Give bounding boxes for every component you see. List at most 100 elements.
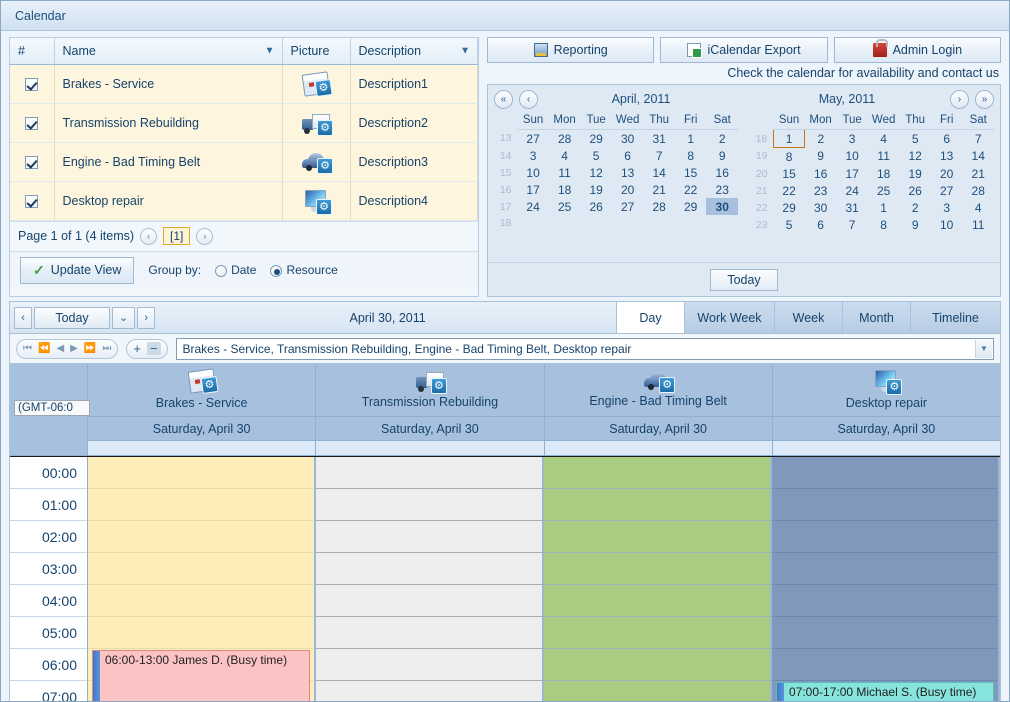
calendar-day-cell[interactable]: 18 xyxy=(868,165,900,182)
calendar-day-cell[interactable]: 30 xyxy=(805,199,837,216)
calendar-day-cell[interactable]: 24 xyxy=(517,198,549,215)
time-slot-cell[interactable] xyxy=(316,649,542,681)
row-checkbox-cell[interactable] xyxy=(10,142,55,182)
time-slot-cell[interactable] xyxy=(772,457,998,489)
time-slot-cell[interactable] xyxy=(316,489,542,521)
calendar-day-cell[interactable]: 31 xyxy=(836,199,868,216)
day-column-3[interactable]: 07:00-17:00 Michael S. (Busy time) xyxy=(772,457,1000,701)
time-slot-cell[interactable] xyxy=(544,521,770,553)
resource-column-header-1[interactable]: ⚙ Transmission Rebuilding Saturday, Apri… xyxy=(316,364,545,455)
calendar-day-cell[interactable]: 29 xyxy=(675,198,707,215)
row-checkbox-cell[interactable] xyxy=(10,181,55,221)
table-row[interactable]: Desktop repair ⚙ Description4 xyxy=(10,181,478,221)
calendar-day-cell[interactable]: 5 xyxy=(580,147,612,164)
zoom-out-button[interactable]: − xyxy=(146,342,161,355)
calendar-day-cell[interactable]: 2 xyxy=(706,130,738,148)
resource-column-header-3[interactable]: ⚙ Desktop repair Saturday, April 30 xyxy=(772,364,1000,455)
table-row[interactable]: Engine - Bad Timing Belt ⚙ Description3 xyxy=(10,142,478,182)
calendar-day-cell[interactable]: 20 xyxy=(612,181,644,198)
calendar-day-cell[interactable]: 22 xyxy=(773,182,805,199)
calendar-day-cell[interactable]: 21 xyxy=(962,165,994,182)
calendar-day-cell[interactable]: 6 xyxy=(805,216,837,233)
group-by-resource-radio[interactable]: Resource xyxy=(270,263,338,277)
calendar-day-cell[interactable]: 17 xyxy=(517,181,549,198)
calendar-day-cell[interactable]: 8 xyxy=(675,147,707,164)
calendar-day-cell[interactable]: 15 xyxy=(675,164,707,181)
calendar-day-cell[interactable]: 4 xyxy=(962,199,994,216)
calendar-day-cell[interactable]: 20 xyxy=(931,165,963,182)
all-day-area[interactable] xyxy=(88,441,316,455)
calendar-day-cell[interactable]: 11 xyxy=(868,148,900,166)
calendar-day-cell[interactable]: 10 xyxy=(931,216,963,233)
calendar-day-cell[interactable]: 28 xyxy=(962,182,994,199)
calendar-day-cell[interactable]: 14 xyxy=(962,148,994,166)
nav-prev-icon[interactable]: ◀ xyxy=(56,343,64,354)
grid-header-number[interactable]: # xyxy=(10,38,55,65)
calendar-day-cell[interactable]: 1 xyxy=(772,129,806,148)
time-slot-cell[interactable] xyxy=(544,649,770,681)
calendar-day-cell[interactable]: 1 xyxy=(868,199,900,216)
calendar-day-cell[interactable]: 26 xyxy=(899,182,931,199)
calendar-day-cell[interactable]: 5 xyxy=(899,130,931,148)
reporting-button[interactable]: Reporting xyxy=(487,37,655,63)
calendar-day-cell[interactable]: 3 xyxy=(931,199,963,216)
time-slot-cell[interactable] xyxy=(316,457,542,489)
time-slot-cell[interactable] xyxy=(544,617,770,649)
time-slot-cell[interactable] xyxy=(544,457,770,489)
calendar-next-button[interactable]: › xyxy=(950,89,969,109)
calendar-day-cell[interactable]: 27 xyxy=(612,198,644,215)
row-checkbox-cell[interactable] xyxy=(10,103,55,143)
calendar-day-cell[interactable]: 18 xyxy=(549,181,581,198)
row-checkbox[interactable] xyxy=(25,155,39,169)
time-slot-cell[interactable] xyxy=(316,617,542,649)
admin-login-button[interactable]: Admin Login xyxy=(833,37,1001,63)
pager-prev-button[interactable]: ‹ xyxy=(140,227,158,245)
time-slot-cell[interactable] xyxy=(316,553,542,585)
time-slot-cell[interactable] xyxy=(316,681,542,701)
calendar-day-cell[interactable]: 23 xyxy=(706,181,738,198)
calendar-day-cell[interactable]: 3 xyxy=(517,147,549,164)
calendar-day-cell[interactable]: 24 xyxy=(836,182,868,199)
time-slot-cell[interactable] xyxy=(772,553,998,585)
row-checkbox-cell[interactable] xyxy=(10,64,55,104)
calendar-day-cell[interactable]: 7 xyxy=(836,216,868,233)
grid-header-picture[interactable]: Picture xyxy=(282,38,351,65)
calendar-day-cell[interactable]: 17 xyxy=(836,165,868,182)
calendar-day-cell[interactable]: 13 xyxy=(931,148,963,166)
row-checkbox[interactable] xyxy=(25,194,39,208)
date-dropdown-button[interactable]: ⌄ xyxy=(112,306,136,329)
resource-column-header-0[interactable]: ⚙ Brakes - Service Saturday, April 30 xyxy=(88,364,317,455)
calendar-day-cell[interactable]: 14 xyxy=(643,164,675,181)
filter-icon[interactable]: ▼ xyxy=(460,45,470,56)
calendar-day-cell[interactable]: 10 xyxy=(836,148,868,166)
row-checkbox[interactable] xyxy=(25,77,39,91)
calendar-last-button[interactable]: » xyxy=(975,89,994,109)
calendar-day-cell[interactable]: 4 xyxy=(549,147,581,164)
calendar-day-cell[interactable]: 29 xyxy=(773,199,805,216)
all-day-area[interactable] xyxy=(544,441,772,455)
time-slot-cell[interactable] xyxy=(772,585,998,617)
filter-icon[interactable]: ▼ xyxy=(265,45,275,56)
chevron-down-icon[interactable]: ▼ xyxy=(975,339,992,358)
time-slot-cell[interactable] xyxy=(772,521,998,553)
resource-select-input[interactable]: Brakes - Service, Transmission Rebuildin… xyxy=(175,337,994,360)
time-slot-cell[interactable] xyxy=(88,521,314,553)
calendar-day-cell[interactable]: 5 xyxy=(773,216,805,233)
calendar-event[interactable]: 06:00-13:00 James D. (Busy time) xyxy=(92,650,310,701)
tab-work-week[interactable]: Work Week xyxy=(684,302,774,333)
calendar-first-button[interactable]: « xyxy=(494,89,513,109)
day-column-0[interactable]: 06:00-13:00 James D. (Busy time) xyxy=(88,457,316,701)
time-slot-cell[interactable] xyxy=(316,521,542,553)
calendar-day-cell[interactable]: 4 xyxy=(868,130,900,148)
calendar-day-cell[interactable]: 22 xyxy=(675,181,707,198)
calendar-day-cell[interactable]: 8 xyxy=(773,148,805,166)
calendar-day-cell[interactable]: 12 xyxy=(580,164,612,181)
calendar-day-cell[interactable]: 6 xyxy=(612,147,644,164)
calendar-day-cell[interactable]: 9 xyxy=(899,216,931,233)
day-column-1[interactable]: 08:00-12:00 Busy time, Richard M. xyxy=(316,457,544,701)
calendar-day-cell[interactable]: 25 xyxy=(549,198,581,215)
calendar-day-cell[interactable]: 12 xyxy=(899,148,931,166)
calendar-day-cell[interactable]: 31 xyxy=(643,130,675,148)
pager-next-button[interactable]: › xyxy=(196,227,214,245)
all-day-area[interactable] xyxy=(316,441,544,455)
